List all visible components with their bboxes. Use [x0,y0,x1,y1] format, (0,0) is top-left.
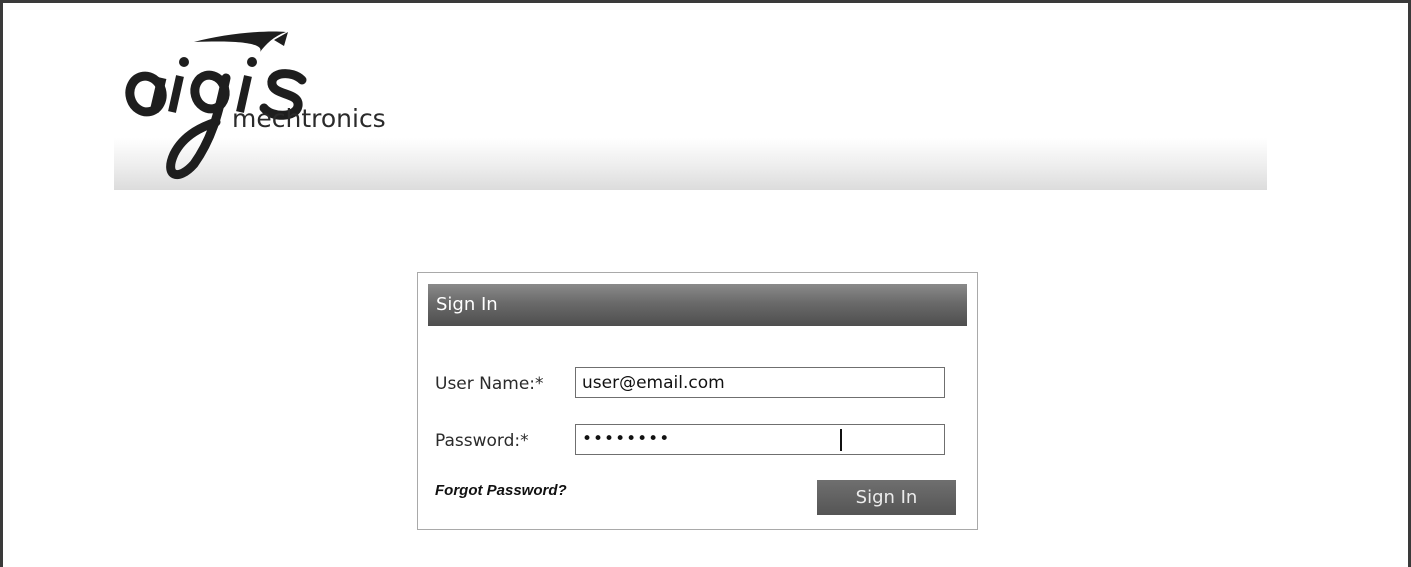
logo-wordmark: mechtronics [232,104,386,133]
password-label: Password:* [435,431,529,451]
password-masked-value: •••••••• [582,429,671,449]
logo-letter-i-dot [179,57,189,67]
username-label: User Name:* [435,374,544,394]
forgot-password-link[interactable]: Forgot Password? [435,482,567,499]
password-input[interactable]: •••••••• [575,424,945,455]
text-caret [840,429,842,451]
signin-panel: Sign In User Name:* Password:* •••••••• … [417,272,978,530]
logo-letter-i [168,75,184,113]
logo-swoosh [194,31,286,52]
logo-letter-i2-dot [247,57,257,67]
signin-panel-title: Sign In [436,294,498,315]
signin-panel-header: Sign In [428,284,967,326]
username-input[interactable] [575,367,945,398]
sign-in-button[interactable]: Sign In [817,480,956,515]
